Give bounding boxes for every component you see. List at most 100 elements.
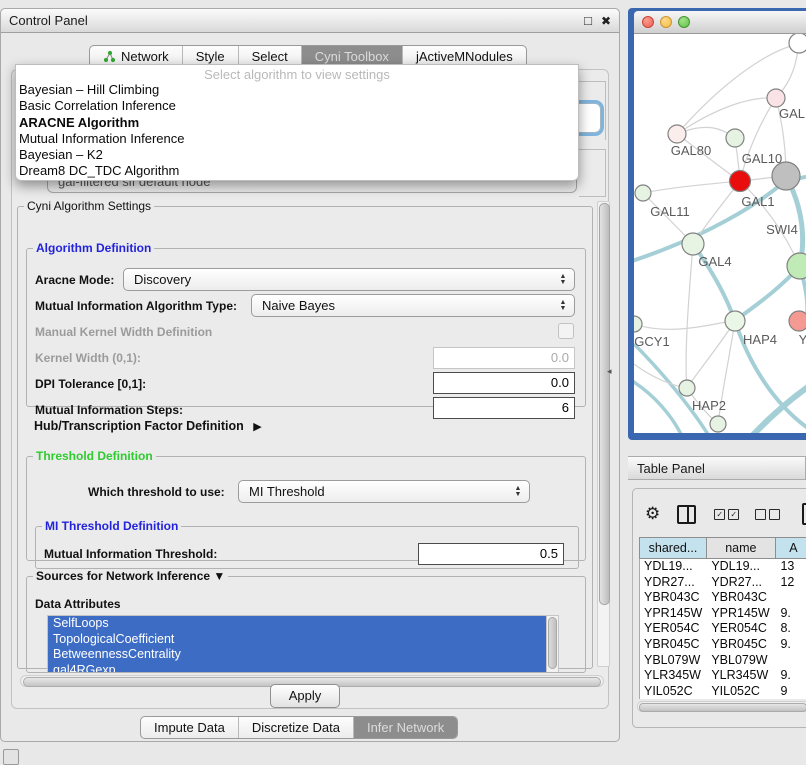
network-node[interactable] <box>725 311 745 331</box>
list-item-gal4rgexp[interactable]: gal4RGexp <box>48 663 546 674</box>
sources-group: Sources for Network Inference ▼ Data Att… <box>26 569 586 673</box>
tab-infer-network[interactable]: Infer Network <box>353 717 457 738</box>
aracne-mode-combobox[interactable]: Discovery ▲▼ <box>123 268 575 291</box>
network-node[interactable] <box>635 185 651 201</box>
dropdown-item-bayesian-hill-climbing[interactable]: Bayesian – Hill Climbing <box>16 82 578 98</box>
network-node[interactable] <box>789 34 806 53</box>
tab-discretize-data[interactable]: Discretize Data <box>238 717 353 738</box>
mi-type-value: Naive Bayes <box>262 298 554 313</box>
mi-type-combobox[interactable]: Naive Bayes ▲▼ <box>251 294 575 317</box>
table-cell: 12 <box>776 575 806 591</box>
table-row[interactable]: YBL079WYBL079W <box>640 653 806 669</box>
table-horizontal-scrollbar[interactable] <box>637 701 806 712</box>
close-panel-icon[interactable]: ✖ <box>601 14 611 28</box>
apply-button[interactable]: Apply <box>270 684 340 708</box>
tab-impute-data[interactable]: Impute Data <box>141 717 238 738</box>
kernel-width-field[interactable]: 0.0 <box>433 347 575 369</box>
network-node[interactable] <box>634 316 642 332</box>
list-item-topologicalcoefficient[interactable]: TopologicalCoefficient <box>48 632 546 648</box>
column-header-shared-name[interactable]: shared... <box>640 538 707 558</box>
table-row[interactable]: YER054CYER054C8. <box>640 621 806 637</box>
dropdown-item-aracne[interactable]: ARACNE Algorithm <box>16 115 578 131</box>
network-node[interactable] <box>682 233 704 255</box>
network-node[interactable] <box>730 171 751 192</box>
dropdown-item-dream8[interactable]: Dream8 DC_TDC Algorithm <box>16 163 578 179</box>
network-node[interactable] <box>789 311 806 331</box>
hub-definition-label: Hub/Transcription Factor Definition <box>34 419 244 433</box>
network-node-label: Y <box>799 332 806 347</box>
control-panel-window: Control Panel □ ✖ Network Style Select C… <box>0 8 620 742</box>
dpi-tolerance-field[interactable]: 0.0 <box>433 372 575 394</box>
float-window-icon[interactable]: □ <box>584 13 592 28</box>
list-item-selfloops[interactable]: SelfLoops <box>48 616 546 632</box>
zoom-window-icon[interactable] <box>678 16 690 28</box>
table-row[interactable]: YBR045CYBR045C9. <box>640 637 806 653</box>
network-node[interactable] <box>767 89 785 107</box>
network-node[interactable] <box>679 380 695 396</box>
table-row[interactable]: YLR345WYLR345W9. <box>640 668 806 684</box>
list-vertical-scrollbar[interactable] <box>546 615 559 673</box>
table-row[interactable]: YBR043CYBR043C <box>640 590 806 606</box>
mi-steps-field[interactable]: 6 <box>433 397 575 419</box>
table-row[interactable]: YIL052CYIL052C9 <box>640 684 806 699</box>
expanded-arrow-icon[interactable]: ▼ <box>213 569 225 583</box>
aracne-mode-label: Aracne Mode: <box>35 273 114 287</box>
network-node[interactable] <box>772 162 800 190</box>
table-cell: 9. <box>776 637 806 653</box>
network-node-label: GAL80 <box>671 143 711 158</box>
network-node[interactable] <box>710 416 726 432</box>
export-table-icon[interactable] <box>802 503 806 525</box>
network-node[interactable] <box>668 125 686 143</box>
dropdown-item-bayesian-k2[interactable]: Bayesian – K2 <box>16 147 578 163</box>
deselect-all-icon[interactable] <box>755 509 783 520</box>
network-canvas-svg: GALGAL80GAL10GAL1GAL11SWI4GAL4GCY1HAP4YH… <box>634 34 806 433</box>
column-header-clipped[interactable]: A <box>776 538 806 558</box>
network-node[interactable] <box>726 129 744 147</box>
table-cell: 9. <box>776 606 806 622</box>
list-scrollbar-thumb[interactable] <box>548 617 557 669</box>
mi-threshold-field[interactable]: 0.5 <box>418 543 564 565</box>
manual-kernel-label: Manual Kernel Width Definition <box>35 325 212 339</box>
hub-definition-expander[interactable]: Hub/Transcription Factor Definition ▶ <box>34 419 262 433</box>
dropdown-item-mutual-information[interactable]: Mutual Information Inference <box>16 131 578 147</box>
network-node-label: GAL4 <box>698 254 731 269</box>
bottom-tabbar: Impute Data Discretize Data Infer Networ… <box>140 716 458 739</box>
unchecked-box-icon <box>755 509 766 520</box>
control-panel-titlebar: Control Panel □ ✖ <box>1 9 619 33</box>
settings-vertical-scrollbar[interactable] <box>597 201 610 667</box>
cyni-algorithm-settings-group: Cyni Algorithm Settings Algorithm Defini… <box>17 199 593 669</box>
close-window-icon[interactable] <box>642 16 654 28</box>
panel-splitter-arrow[interactable]: ◂ <box>607 366 612 377</box>
tab-discretize-data-label: Discretize Data <box>252 720 340 735</box>
dropdown-item-basic-correlation[interactable]: Basic Correlation Inference <box>16 98 578 114</box>
table-cell: 9 <box>776 684 806 699</box>
gear-icon[interactable]: ⚙ <box>645 504 660 524</box>
table-cell: YBL079W <box>640 653 707 669</box>
network-node-label: GCY1 <box>634 334 669 349</box>
combo-stepper-icon: ▲▼ <box>554 300 574 312</box>
vscroll-thumb[interactable] <box>599 203 610 605</box>
column-header-name[interactable]: name <box>707 538 776 558</box>
minimize-window-icon[interactable] <box>660 16 672 28</box>
network-canvas[interactable]: GALGAL80GAL10GAL1GAL11SWI4GAL4GCY1HAP4YH… <box>634 34 806 433</box>
mi-steps-label: Mutual Information Steps: <box>35 403 183 417</box>
cyni-algorithm-settings-title: Cyni Algorithm Settings <box>24 199 154 213</box>
table-header-row: shared... name A <box>639 537 806 559</box>
tab-cyni-toolbox-label: Cyni Toolbox <box>315 49 389 64</box>
table-cell: YDL19... <box>640 559 707 575</box>
table-body: YDL19...YDL19...13YDR27...YDR27...12YBR0… <box>639 559 806 699</box>
table-cell: YBR043C <box>707 590 776 606</box>
table-panel: ⚙ ✓ ✓ shared... name A YDL19...YDL19...1… <box>632 488 806 728</box>
table-cell: YIL052C <box>640 684 707 699</box>
columns-icon[interactable] <box>677 505 696 524</box>
select-all-icon[interactable]: ✓ ✓ <box>714 509 742 520</box>
table-cell: YBR045C <box>707 637 776 653</box>
table-row[interactable]: YDR27...YDR27...12 <box>640 575 806 591</box>
network-node-label: GAL1 <box>741 194 774 209</box>
table-row[interactable]: YPR145WYPR145W9. <box>640 606 806 622</box>
which-threshold-combobox[interactable]: MI Threshold ▲▼ <box>238 480 530 503</box>
list-item-betweennesscentrality[interactable]: BetweennessCentrality <box>48 647 546 663</box>
table-row[interactable]: YDL19...YDL19...13 <box>640 559 806 575</box>
table-hscroll-thumb[interactable] <box>639 703 806 712</box>
manual-kernel-checkbox[interactable] <box>558 323 574 339</box>
